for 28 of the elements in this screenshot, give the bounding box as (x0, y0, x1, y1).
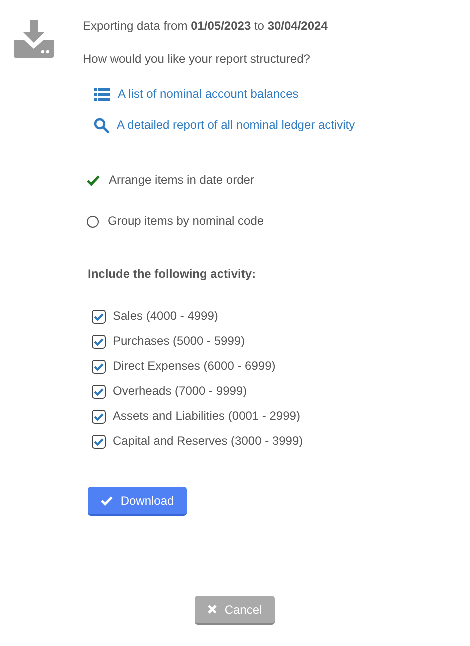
section-heading: Include the following activity: (88, 267, 258, 282)
report-type-link[interactable]: A list of nominal account balances (94, 87, 470, 102)
check-icon[interactable] (87, 175, 100, 186)
export-period-text: Exporting data from 01/05/2023 to 30/04/2024 (83, 19, 329, 34)
checkbox[interactable] (92, 384, 106, 398)
report-type-link[interactable]: A detailed report of all nominal ledger activity (94, 118, 470, 133)
activity-label: Assets and Liabilities (0001 - 2999) (113, 409, 300, 424)
check-icon (100, 496, 113, 506)
radio-button[interactable] (87, 216, 99, 228)
activity-label: Purchases (5000 - 5999) (113, 334, 246, 349)
cancel-button[interactable]: Cancel (195, 596, 275, 625)
download-icon (14, 20, 54, 58)
activity-label: Capital and Reserves (3000 - 3999) (113, 434, 304, 449)
checkbox[interactable] (92, 434, 106, 448)
list-icon (94, 88, 110, 101)
activity-label: Overheads (7000 - 9999) (113, 384, 248, 399)
option-label: Group items by nominal code (108, 214, 264, 229)
option-label: Arrange items in date order (109, 173, 254, 188)
download-button[interactable]: Download (88, 487, 187, 516)
activity-label: Sales (4000 - 4999) (113, 309, 218, 324)
activity-label: Direct Expenses (6000 - 6999) (113, 359, 276, 374)
close-icon (208, 605, 217, 614)
checkbox[interactable] (92, 334, 106, 348)
checkbox[interactable] (92, 310, 106, 324)
question-text: How would you like your report structured? (83, 52, 312, 67)
checkbox[interactable] (92, 410, 106, 424)
checkbox[interactable] (92, 360, 106, 374)
search-icon (94, 118, 109, 133)
